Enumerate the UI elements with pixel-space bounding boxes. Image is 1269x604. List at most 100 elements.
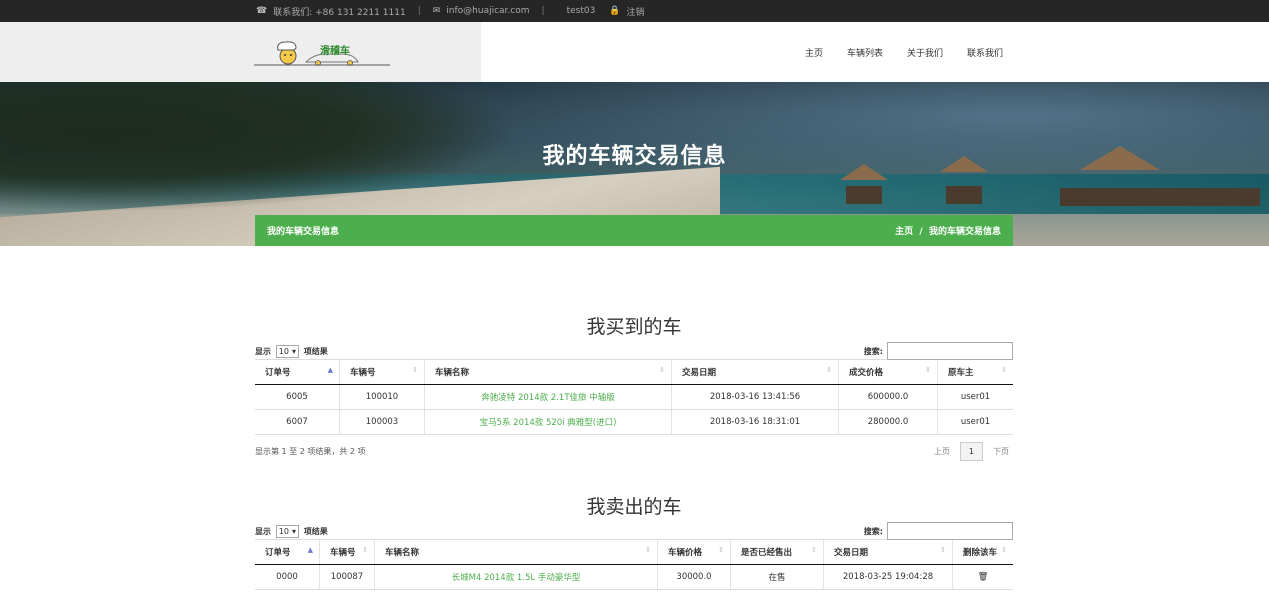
car-id-cell: 100003	[339, 409, 425, 435]
page-size-select[interactable]: 10 ▾	[275, 524, 299, 538]
date-cell: 2018-03-16 13:41:56	[671, 384, 839, 410]
bought-section: 我买到的车 显示 10 ▾ 项结果 搜索: 订单号 ▲ 车辆号 ⇕ 车辆名称 ⇕ 交易…	[255, 312, 1013, 461]
sold-section: 我卖出的车 显示 10 ▾ 项结果 搜索: 订单号 ▲ 车辆号 ⇕ 车辆名称 ⇕ 车辆…	[255, 492, 1013, 590]
table-row: 6007 100003 宝马5系 2014款 520i 典雅型(进口) 2018…	[255, 409, 1013, 435]
sort-asc-icon: ▲	[307, 546, 313, 554]
sort-icon: ⇕	[940, 546, 946, 554]
sort-icon: ⇕	[645, 546, 651, 554]
column-label: 交易日期	[834, 548, 869, 558]
car-name-link[interactable]: 长城M4 2014款 1.5L 手动豪华型	[374, 564, 658, 590]
main-nav: 主页 车辆列表 关于我们 联系我们	[481, 22, 1269, 82]
column-label: 车辆号	[330, 548, 356, 558]
nav-item-about[interactable]: 关于我们	[907, 46, 943, 59]
order-id-cell: 6005	[255, 384, 340, 410]
column-header[interactable]: 是否已经售出 ⇕	[730, 539, 824, 565]
column-label: 车辆名称	[435, 368, 470, 378]
pagination: 上页 1 下页	[930, 441, 1013, 461]
column-header[interactable]: 成交价格 ⇕	[838, 359, 938, 385]
page-size-select[interactable]: 10 ▾	[275, 344, 299, 358]
site-header: 滑稽车 主页 车辆列表 关于我们 联系我们	[0, 22, 1269, 82]
lock-icon: 🔒	[609, 6, 621, 16]
breadcrumb-separator: /	[919, 227, 923, 237]
sold-table: 订单号 ▲ 车辆号 ⇕ 车辆名称 ⇕ 车辆价格 ⇕ 是否已经售出 ⇕ 交易日期 ⇕ 删除该车…	[255, 539, 1013, 590]
sold-title: 我卖出的车	[586, 496, 682, 518]
column-header[interactable]: 交易日期 ⇕	[671, 359, 839, 385]
search-control: 搜索:	[864, 342, 1013, 360]
column-header[interactable]: 原车主 ⇕	[937, 359, 1013, 385]
column-label: 订单号	[265, 368, 291, 378]
contact-email[interactable]: info@huajicar.com	[446, 6, 529, 16]
column-header[interactable]: 车辆名称 ⇕	[424, 359, 672, 385]
order-id-cell: 6007	[255, 409, 340, 435]
column-header[interactable]: 删除该车 ⇕	[952, 539, 1013, 565]
date-cell: 2018-03-25 19:04:28	[823, 564, 953, 590]
pier-huts	[1060, 188, 1260, 206]
prev-page-button[interactable]: 上页	[930, 446, 954, 457]
nav-item-home[interactable]: 主页	[805, 46, 823, 59]
column-header[interactable]: 订单号 ▲	[255, 359, 340, 385]
breadcrumb: 主页 / 我的车辆交易信息	[895, 224, 1013, 237]
logout-link[interactable]: 注销	[627, 5, 645, 18]
column-header[interactable]: 车辆号 ⇕	[339, 359, 425, 385]
sort-asc-icon: ▲	[327, 366, 333, 374]
page-size-control: 显示 10 ▾ 项结果	[255, 524, 328, 538]
mail-icon: ✉	[432, 6, 441, 16]
sort-icon: ⇕	[362, 546, 368, 554]
hut	[946, 186, 982, 204]
breadcrumb-title: 我的车辆交易信息	[267, 227, 340, 237]
column-label: 删除该车	[963, 548, 998, 558]
column-header[interactable]: 订单号 ▲	[255, 539, 320, 565]
next-page-button[interactable]: 下页	[989, 446, 1013, 457]
owner-cell: user01	[937, 409, 1013, 435]
page-button[interactable]: 1	[959, 441, 983, 461]
search-input[interactable]	[887, 522, 1013, 540]
column-label: 车辆价格	[668, 548, 703, 558]
column-header[interactable]: 交易日期 ⇕	[823, 539, 953, 565]
column-label: 是否已经售出	[741, 548, 793, 558]
nav-item-contact[interactable]: 联系我们	[967, 46, 1003, 59]
car-name-link[interactable]: 宝马5系 2014款 520i 典雅型(进口)	[424, 409, 672, 435]
breadcrumb-current: 我的车辆交易信息	[928, 227, 1001, 237]
car-id-cell: 100010	[339, 384, 425, 410]
column-header[interactable]: 车辆名称 ⇕	[374, 539, 658, 565]
page-size-control: 显示 10 ▾ 项结果	[255, 344, 328, 358]
owner-cell: user01	[937, 384, 1013, 410]
car-id-cell: 100087	[319, 564, 375, 590]
page-title: 我的车辆交易信息	[542, 144, 727, 169]
column-label: 原车主	[948, 368, 974, 378]
results-label: 项结果	[303, 526, 328, 536]
sort-icon: ⇕	[811, 546, 817, 554]
column-header[interactable]: 车辆价格 ⇕	[657, 539, 731, 565]
table-header-row: 订单号 ▲ 车辆号 ⇕ 车辆名称 ⇕ 交易日期 ⇕ 成交价格 ⇕ 原车主 ⇕	[255, 359, 1013, 385]
top-bar: ☎ 联系我们: +86 131 2211 1111 | ✉ info@huaji…	[0, 0, 1269, 22]
sort-icon: ⇕	[1001, 546, 1007, 554]
logo-text: 滑稽车	[320, 44, 350, 57]
table-row: 0000 100087 长城M4 2014款 1.5L 手动豪华型 30000.…	[255, 564, 1013, 590]
column-label: 交易日期	[682, 368, 717, 378]
sort-icon: ⇕	[412, 366, 418, 374]
price-cell: 30000.0	[657, 564, 731, 590]
sold-status-cell: 在售	[730, 564, 824, 590]
car-name-link[interactable]: 奔驰凌特 2014款 2.1T佳旅 中轴版	[424, 384, 672, 410]
site-logo[interactable]: 滑稽车	[254, 38, 390, 66]
column-label: 成交价格	[849, 368, 884, 378]
nav-item-car-list[interactable]: 车辆列表	[847, 46, 883, 59]
breadcrumb-home[interactable]: 主页	[895, 227, 913, 237]
chevron-down-icon: ▾	[291, 346, 296, 356]
trash-icon[interactable]: 🗑	[952, 564, 1013, 590]
search-input[interactable]	[887, 342, 1013, 360]
sort-icon: ⇕	[718, 546, 724, 554]
hero-banner: 我的车辆交易信息 我的车辆交易信息 主页 / 我的车辆交易信息	[0, 82, 1269, 246]
contact-phone: 联系我们: +86 131 2211 1111	[273, 7, 406, 18]
search-label: 搜索:	[863, 346, 883, 356]
username-link[interactable]: test03	[567, 6, 596, 16]
order-id-cell: 0000	[255, 564, 320, 590]
show-label: 显示	[255, 346, 271, 356]
page-size-value: 10	[278, 346, 289, 356]
bought-controls: 显示 10 ▾ 项结果 搜索:	[255, 342, 1013, 360]
column-header[interactable]: 车辆号 ⇕	[319, 539, 375, 565]
page-size-value: 10	[278, 526, 289, 536]
search-control: 搜索:	[864, 522, 1013, 540]
column-label: 订单号	[265, 548, 291, 558]
sort-icon: ⇕	[659, 366, 665, 374]
